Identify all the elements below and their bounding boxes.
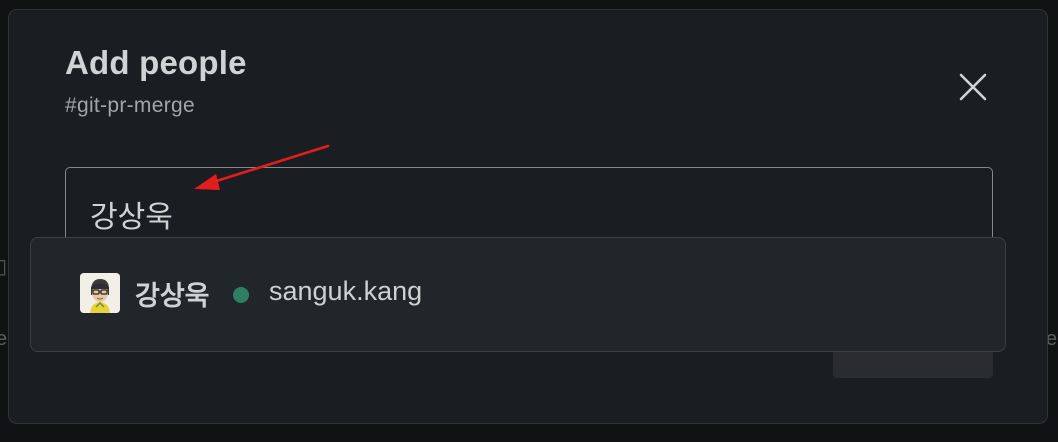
suggestion-handle: sanguk.kang: [269, 276, 423, 306]
channel-name: #git-pr-merge: [65, 94, 195, 117]
background-glyph-left: ▯: [0, 256, 8, 278]
suggestion-item[interactable]: 강상욱 sanguk.kang: [31, 252, 1005, 338]
active-status-icon: [233, 287, 249, 303]
avatar: [80, 273, 120, 313]
annotation-arrow-icon: [194, 144, 330, 190]
close-icon: [959, 73, 987, 101]
suggestion-dropdown: 강상욱 sanguk.kang: [30, 237, 1006, 352]
modal-title: Add people: [65, 44, 247, 81]
search-input-value: 강상욱: [90, 200, 173, 235]
suggestion-name: 강상욱: [135, 281, 210, 312]
background-glyph-left-2: e: [0, 328, 8, 350]
close-button[interactable]: [953, 67, 993, 107]
add-people-modal: Add people #git-pr-merge 강상욱: [8, 9, 1048, 424]
